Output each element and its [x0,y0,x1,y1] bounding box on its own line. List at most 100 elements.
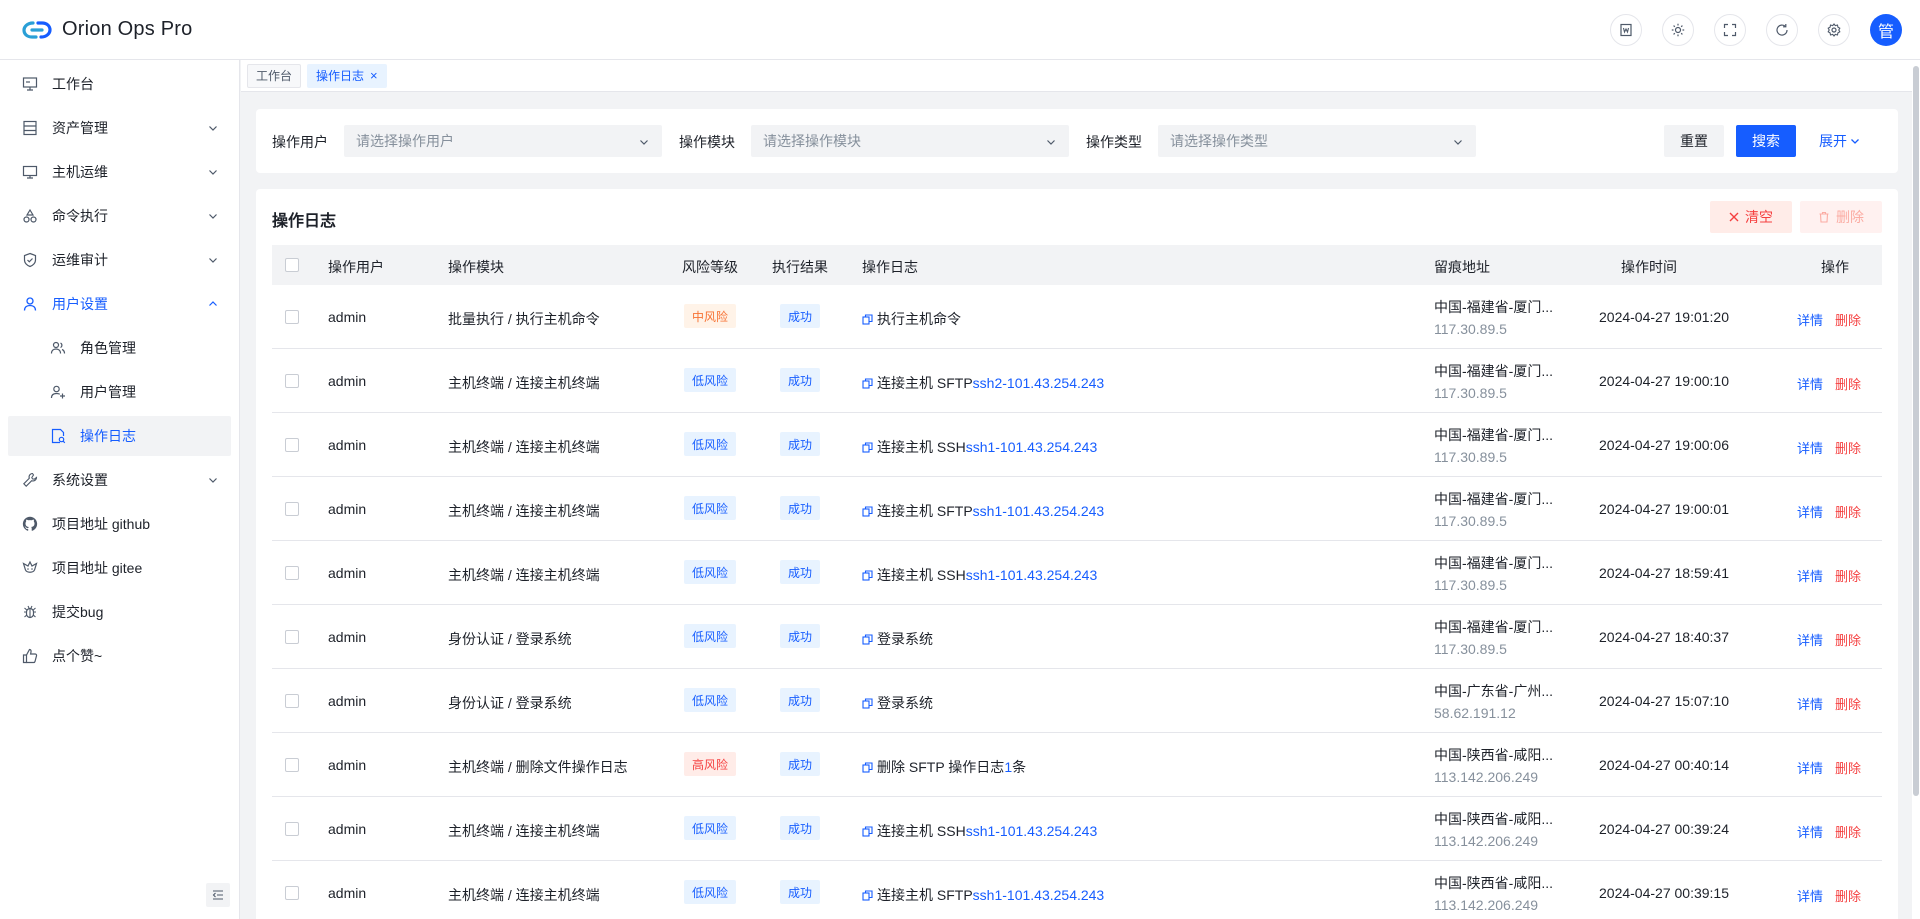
sidebar-item-operation-log[interactable]: 操作日志 [8,416,231,456]
row-checkbox[interactable] [285,886,299,900]
reset-button[interactable]: 重置 [1664,125,1724,157]
sidebar-item-user-settings[interactable]: 用户设置 [8,284,231,324]
sidebar-item-label: 操作日志 [80,428,136,444]
row-checkbox[interactable] [285,374,299,388]
detail-link[interactable]: 详情 [1797,630,1823,649]
select-all-checkbox[interactable] [285,258,299,272]
user-avatar[interactable]: 管 [1870,14,1902,46]
row-delete-link[interactable]: 删除 [1835,758,1861,777]
row-user: admin [328,629,367,645]
log-link[interactable]: ssh1-101.43.254.243 [973,503,1105,519]
row-delete-link[interactable]: 删除 [1835,502,1861,521]
sidebar-item-assets[interactable]: 资产管理 [8,108,231,148]
file-search-icon [48,428,68,444]
row-delete-link[interactable]: 删除 [1835,630,1861,649]
sidebar-item-command-exec[interactable]: 命令执行 [8,196,231,236]
sidebar-item-system-settings[interactable]: 系统设置 [8,460,231,500]
module-filter-label: 操作模块 [679,134,735,150]
row-checkbox[interactable] [285,502,299,516]
row-ip: 117.30.89.5 [1434,449,1507,465]
collapse-sidebar-button[interactable] [206,883,230,907]
row-delete-link[interactable]: 删除 [1835,438,1861,457]
sidebar-item-github[interactable]: 项目地址 github [8,504,231,544]
row-delete-link[interactable]: 删除 [1835,310,1861,329]
detail-link[interactable]: 详情 [1797,822,1823,841]
clear-button[interactable]: 清空 [1710,201,1792,233]
row-checkbox[interactable] [285,694,299,708]
module-select[interactable]: 请选择操作模块 [751,125,1069,157]
detail-link[interactable]: 详情 [1797,886,1823,905]
row-time: 2024-04-27 18:40:37 [1599,629,1729,645]
delete-button[interactable]: 删除 [1800,201,1882,233]
row-user: admin [328,437,367,453]
result-badge: 成功 [780,752,821,776]
chevron-down-icon [207,121,219,137]
row-delete-link[interactable]: 删除 [1835,694,1861,713]
row-delete-link[interactable]: 删除 [1835,374,1861,393]
tab-workbench[interactable]: 工作台 [247,63,302,88]
sidebar-item-host-ops[interactable]: 主机运维 [8,152,231,192]
chevron-down-icon [207,209,219,225]
copy-icon[interactable] [862,313,873,325]
app-logo[interactable]: Orion Ops Pro [20,18,192,41]
type-select[interactable]: 请选择操作类型 [1158,125,1476,157]
sidebar-item-audit[interactable]: 运维审计 [8,240,231,280]
document-button[interactable] [1610,14,1642,46]
detail-link[interactable]: 详情 [1797,438,1823,457]
theme-button[interactable] [1662,14,1694,46]
sidebar-item-workbench[interactable]: 工作台 [8,64,231,104]
log-link[interactable]: ssh1-101.43.254.243 [966,439,1098,455]
copy-icon[interactable] [862,633,873,645]
detail-link[interactable]: 详情 [1797,694,1823,713]
detail-link[interactable]: 详情 [1797,374,1823,393]
settings-button[interactable] [1818,14,1850,46]
result-badge: 成功 [780,304,821,328]
close-icon[interactable]: × [370,68,378,83]
sidebar-item-like[interactable]: 点个赞~ [8,636,231,676]
copy-icon[interactable] [862,441,873,453]
row-user: admin [328,309,367,325]
log-link[interactable]: ssh1-101.43.254.243 [966,823,1098,839]
sidebar-item-role-management[interactable]: 角色管理 [8,328,231,368]
copy-icon[interactable] [862,889,873,901]
user-select[interactable]: 请选择操作用户 [344,125,662,157]
sidebar-item-user-management[interactable]: 用户管理 [8,372,231,412]
row-ip: 117.30.89.5 [1434,385,1507,401]
copy-icon[interactable] [862,697,873,709]
search-button[interactable]: 搜索 [1736,125,1796,157]
refresh-button[interactable] [1766,14,1798,46]
row-delete-link[interactable]: 删除 [1835,822,1861,841]
row-checkbox[interactable] [285,758,299,772]
detail-link[interactable]: 详情 [1797,758,1823,777]
desktop-icon [20,164,40,180]
fullscreen-button[interactable] [1714,14,1746,46]
vertical-scrollbar[interactable] [1913,66,1919,796]
log-link[interactable]: ssh2-101.43.254.243 [973,375,1105,391]
row-checkbox[interactable] [285,630,299,644]
copy-icon[interactable] [862,505,873,517]
row-checkbox[interactable] [285,310,299,324]
copy-icon[interactable] [862,761,873,773]
copy-icon[interactable] [862,377,873,389]
detail-link[interactable]: 详情 [1797,502,1823,521]
row-delete-link[interactable]: 删除 [1835,886,1861,905]
row-user: admin [328,501,367,517]
tab-operation-log[interactable]: 操作日志 × [307,63,387,88]
row-checkbox[interactable] [285,822,299,836]
sidebar-item-submit-bug[interactable]: 提交bug [8,592,231,632]
detail-link[interactable]: 详情 [1797,310,1823,329]
log-link[interactable]: 1 [1004,759,1012,775]
copy-icon[interactable] [862,825,873,837]
log-link[interactable]: ssh1-101.43.254.243 [973,887,1105,903]
row-checkbox[interactable] [285,438,299,452]
row-checkbox[interactable] [285,566,299,580]
log-link[interactable]: ssh1-101.43.254.243 [966,567,1098,583]
fullscreen-icon [1723,23,1737,37]
sidebar-item-gitee[interactable]: 项目地址 gitee [8,548,231,588]
detail-link[interactable]: 详情 [1797,566,1823,585]
row-delete-link[interactable]: 删除 [1835,566,1861,585]
expand-button[interactable]: 展开 [1810,125,1870,157]
copy-icon[interactable] [862,569,873,581]
sidebar-item-label: 资产管理 [52,120,108,136]
tab-bar: 工作台 操作日志 × [241,60,1920,92]
